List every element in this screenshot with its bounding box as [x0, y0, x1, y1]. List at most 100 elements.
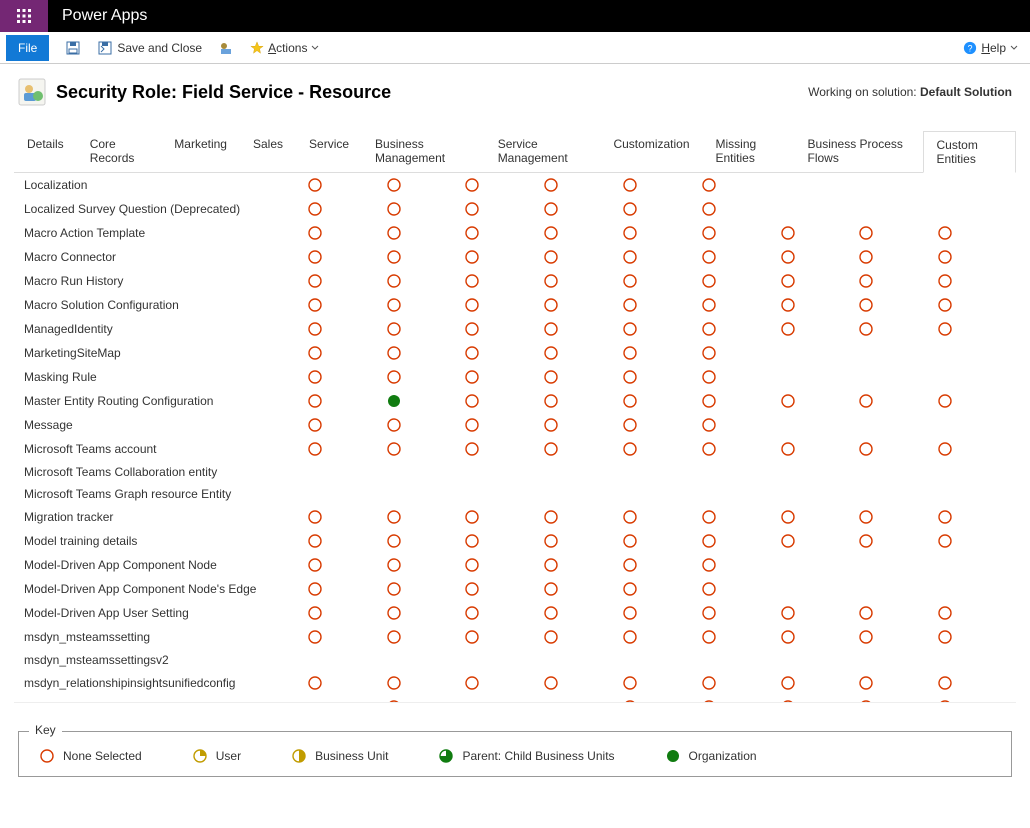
permission-cell[interactable] — [307, 269, 386, 293]
permission-cell[interactable] — [622, 601, 701, 625]
permission-cell[interactable] — [858, 245, 937, 269]
permission-cell[interactable] — [543, 625, 622, 649]
permission-cell[interactable] — [307, 197, 386, 221]
tab-missing-entities[interactable]: Missing Entities — [703, 130, 795, 172]
permission-cell[interactable] — [543, 173, 622, 197]
permission-cell[interactable] — [858, 221, 937, 245]
file-tab[interactable]: File — [6, 35, 49, 61]
permission-cell[interactable] — [543, 269, 622, 293]
permission-cell[interactable] — [937, 221, 1016, 245]
permission-cell[interactable] — [858, 293, 937, 317]
tab-sales[interactable]: Sales — [240, 130, 296, 172]
permission-cell[interactable] — [386, 341, 465, 365]
permission-cell[interactable] — [858, 625, 937, 649]
permission-cell[interactable] — [701, 341, 780, 365]
permission-cell[interactable] — [307, 221, 386, 245]
permission-cell[interactable] — [464, 437, 543, 461]
permission-cell[interactable] — [701, 317, 780, 341]
permission-cell[interactable] — [858, 695, 937, 703]
permission-cell[interactable] — [464, 601, 543, 625]
permission-cell[interactable] — [937, 437, 1016, 461]
permission-cell[interactable] — [622, 197, 701, 221]
permission-cell[interactable] — [937, 695, 1016, 703]
permission-cell[interactable] — [307, 389, 386, 413]
permission-cell[interactable] — [701, 505, 780, 529]
tab-service[interactable]: Service — [296, 130, 362, 172]
permission-cell[interactable] — [622, 365, 701, 389]
permission-cell[interactable] — [386, 577, 465, 601]
permission-cell[interactable] — [543, 197, 622, 221]
permission-cell[interactable] — [780, 245, 859, 269]
permission-cell[interactable] — [937, 245, 1016, 269]
permission-cell[interactable] — [622, 437, 701, 461]
permission-cell[interactable] — [543, 389, 622, 413]
permission-cell[interactable] — [701, 625, 780, 649]
permission-cell[interactable] — [622, 245, 701, 269]
tab-marketing[interactable]: Marketing — [161, 130, 240, 172]
permission-cell[interactable] — [543, 437, 622, 461]
permission-cell[interactable] — [464, 293, 543, 317]
permission-cell[interactable] — [701, 671, 780, 695]
help-link[interactable]: ? Help — [957, 39, 1024, 57]
permission-cell[interactable] — [858, 269, 937, 293]
permission-cell[interactable] — [464, 317, 543, 341]
permission-cell[interactable] — [701, 695, 780, 703]
permission-cell[interactable] — [464, 245, 543, 269]
permission-cell[interactable] — [937, 625, 1016, 649]
permission-cell[interactable] — [858, 671, 937, 695]
permission-cell[interactable] — [622, 173, 701, 197]
permission-cell[interactable] — [622, 389, 701, 413]
permission-cell[interactable] — [386, 625, 465, 649]
permission-cell[interactable] — [543, 577, 622, 601]
grid-scroll[interactable]: LocalizationLocalized Survey Question (D… — [14, 173, 1016, 703]
tab-core-records[interactable]: Core Records — [77, 130, 162, 172]
permission-cell[interactable] — [858, 317, 937, 341]
permission-cell[interactable] — [543, 365, 622, 389]
permission-cell[interactable] — [780, 601, 859, 625]
permission-cell[interactable] — [386, 601, 465, 625]
permission-cell[interactable] — [386, 695, 465, 703]
role-icon-button[interactable] — [212, 38, 240, 58]
permission-cell[interactable] — [858, 601, 937, 625]
permission-cell[interactable] — [464, 505, 543, 529]
tab-custom-entities[interactable]: Custom Entities — [923, 131, 1016, 173]
permission-cell[interactable] — [622, 413, 701, 437]
permission-cell[interactable] — [701, 293, 780, 317]
permission-cell[interactable] — [307, 577, 386, 601]
tab-details[interactable]: Details — [14, 130, 77, 172]
permission-cell[interactable] — [464, 553, 543, 577]
permission-cell[interactable] — [780, 529, 859, 553]
permission-cell[interactable] — [701, 365, 780, 389]
permission-cell[interactable] — [386, 437, 465, 461]
permission-cell[interactable] — [937, 671, 1016, 695]
permission-cell[interactable] — [858, 437, 937, 461]
permission-cell[interactable] — [307, 341, 386, 365]
permission-cell[interactable] — [780, 389, 859, 413]
permission-cell[interactable] — [386, 553, 465, 577]
permission-cell[interactable] — [543, 601, 622, 625]
permission-cell[interactable] — [307, 601, 386, 625]
permission-cell[interactable] — [386, 197, 465, 221]
permission-cell[interactable] — [622, 553, 701, 577]
tab-business-process-flows[interactable]: Business Process Flows — [795, 130, 924, 172]
permission-cell[interactable] — [543, 293, 622, 317]
permission-cell[interactable] — [701, 389, 780, 413]
permission-cell[interactable] — [464, 671, 543, 695]
permission-cell[interactable] — [386, 413, 465, 437]
permission-cell[interactable] — [464, 365, 543, 389]
permission-cell[interactable] — [307, 245, 386, 269]
permission-cell[interactable] — [386, 269, 465, 293]
permission-cell[interactable] — [543, 671, 622, 695]
permission-cell[interactable] — [307, 365, 386, 389]
permission-cell[interactable] — [780, 695, 859, 703]
permission-cell[interactable] — [307, 505, 386, 529]
permission-cell[interactable] — [701, 197, 780, 221]
permission-cell[interactable] — [701, 269, 780, 293]
permission-cell[interactable] — [386, 317, 465, 341]
permission-cell[interactable] — [701, 553, 780, 577]
permission-cell[interactable] — [622, 625, 701, 649]
permission-cell[interactable] — [307, 317, 386, 341]
permission-cell[interactable] — [937, 529, 1016, 553]
permission-cell[interactable] — [622, 269, 701, 293]
permission-cell[interactable] — [780, 317, 859, 341]
